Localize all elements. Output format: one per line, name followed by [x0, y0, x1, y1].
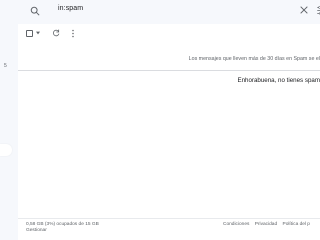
more-vertical-icon[interactable] — [71, 29, 75, 38]
close-icon[interactable] — [299, 5, 309, 15]
top-search-bar: in:spam — [18, 0, 320, 24]
footer-divider — [18, 218, 320, 219]
chevron-down-icon[interactable] — [36, 31, 40, 35]
compose-button[interactable] — [0, 144, 12, 156]
spam-notice: Los mensajes que lleven más de 30 días e… — [18, 52, 320, 68]
search-bar[interactable]: in:spam — [18, 0, 320, 22]
select-all-checkbox[interactable] — [26, 30, 33, 37]
spam-notice-text: Los mensajes que lleven más de 30 días e… — [188, 56, 320, 62]
sidebar: 5 — [0, 0, 18, 240]
manage-storage-link[interactable]: Gestionar — [26, 228, 99, 234]
message-toolbar — [18, 24, 320, 44]
refresh-icon[interactable] — [52, 29, 60, 37]
empty-state: Enhorabuena, no tienes spam — [18, 73, 320, 89]
search-icon[interactable] — [30, 6, 40, 16]
search-input[interactable]: in:spam — [58, 5, 83, 12]
spam-mail-view: 5 in:spam Los mensajes que lleven más de… — [0, 0, 320, 240]
footer-links: Condiciones Privacidad Política del p — [223, 222, 314, 227]
message-list: Los mensajes que lleven más de 30 días e… — [18, 24, 320, 240]
storage-info: 0,58 GB (3%) ocupados de 15 GB Gestionar — [26, 222, 99, 234]
divider — [18, 70, 320, 71]
filter-icon[interactable] — [316, 6, 320, 15]
storage-usage: 0,58 GB (3%) ocupados de 15 GB — [26, 222, 99, 227]
privacy-link[interactable]: Privacidad — [255, 222, 277, 227]
terms-link[interactable]: Condiciones — [223, 222, 249, 227]
left-rail-number: 5 — [4, 63, 7, 69]
empty-state-text: Enhorabuena, no tienes spam — [237, 77, 320, 84]
program-policies-link[interactable]: Política del p — [283, 222, 310, 227]
